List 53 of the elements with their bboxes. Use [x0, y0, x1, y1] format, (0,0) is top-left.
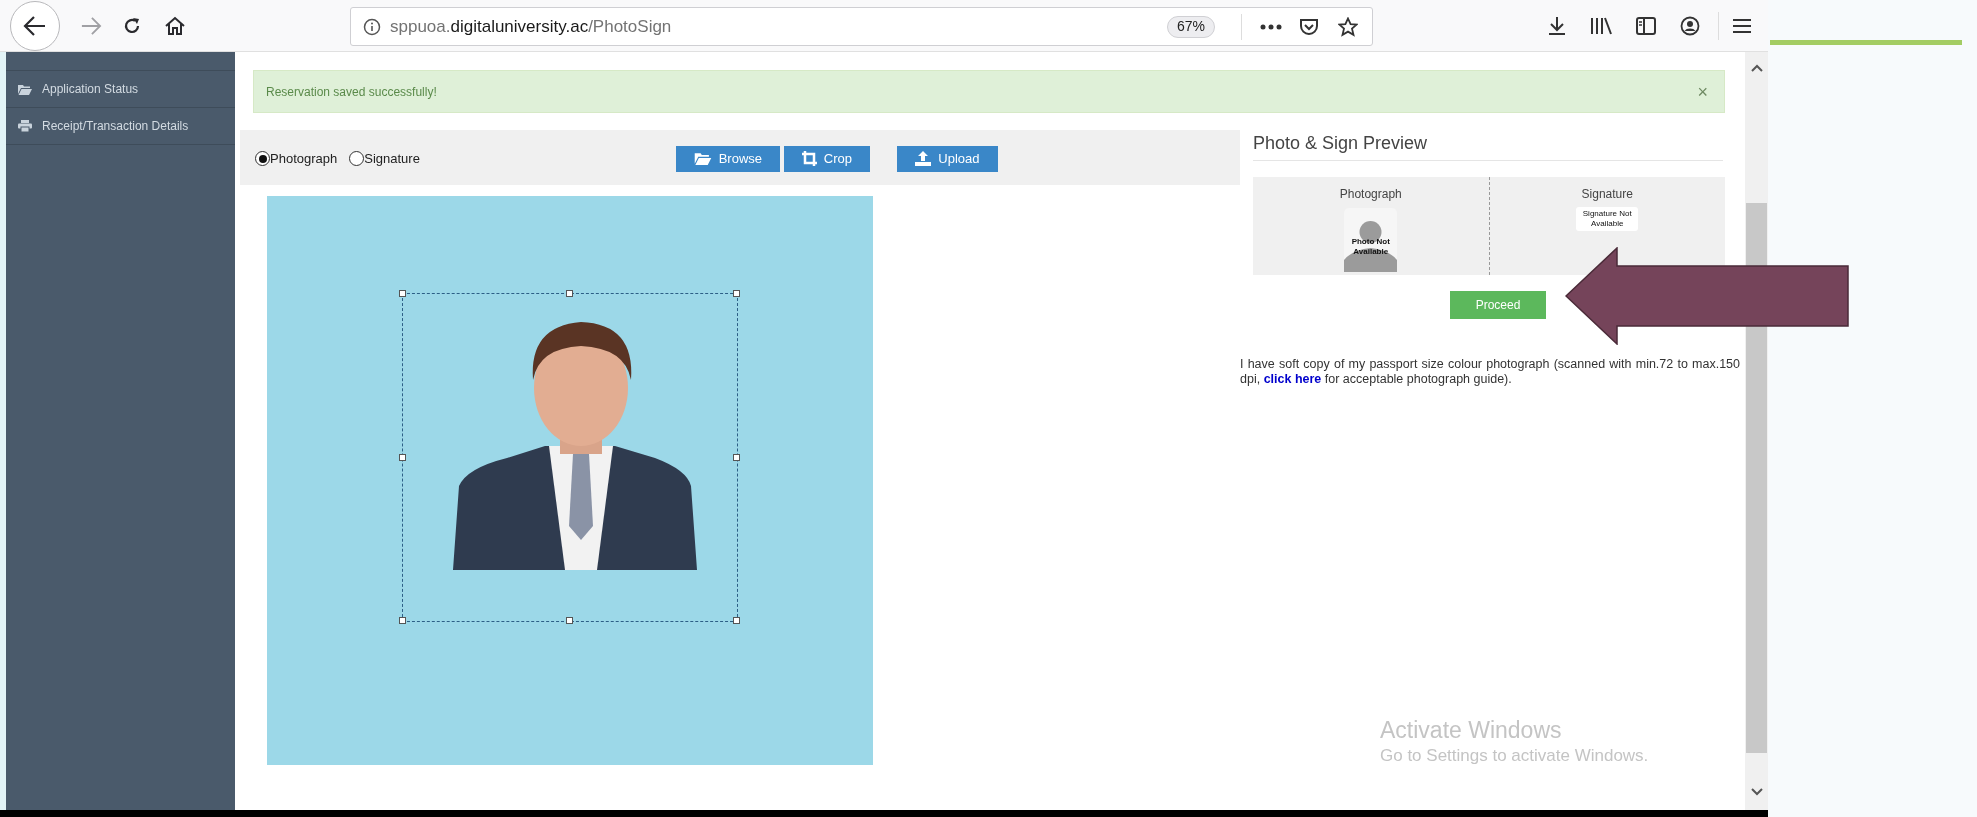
radio-option[interactable]: Photograph [255, 148, 338, 169]
scroll-down-icon[interactable] [1750, 788, 1763, 796]
back-arrow-icon[interactable] [23, 15, 47, 37]
folder-icon [693, 152, 712, 165]
toolbar-button[interactable]: Crop [783, 145, 870, 172]
crop-handle[interactable] [733, 290, 740, 297]
star-icon[interactable] [1338, 16, 1358, 37]
crop-handle[interactable] [733, 617, 740, 624]
silhouette-icon [1344, 208, 1398, 272]
library-icon[interactable] [1590, 17, 1612, 35]
placeholder-text: Signature Not Available [1576, 207, 1639, 231]
menu-icon[interactable] [1732, 18, 1752, 34]
back-button[interactable] [10, 1, 60, 51]
folder-icon [18, 83, 32, 95]
crop-handle[interactable] [399, 290, 406, 297]
crop-handle[interactable] [733, 453, 740, 461]
url-text: sppuoa.digitaluniversity.ac/PhotoSign [390, 15, 672, 38]
placeholder-text: Photo Not Available [1350, 237, 1391, 257]
more-icon[interactable] [1260, 23, 1282, 30]
printer-icon [18, 120, 32, 132]
download-icon[interactable] [1548, 16, 1566, 36]
alert-message: Reservation saved successfully! [266, 83, 438, 101]
radio-button[interactable] [349, 151, 365, 166]
sidebar-item[interactable]: Receipt/Transaction Details [6, 108, 235, 145]
crop-handle[interactable] [566, 290, 573, 297]
column-heading: Photograph [1339, 186, 1402, 203]
watermark-title: Activate Windows [1380, 716, 1563, 744]
crop-icon [801, 151, 817, 166]
pocket-icon[interactable] [1299, 17, 1319, 36]
zoom-badge[interactable]: 67% [1166, 15, 1215, 38]
crop-handle[interactable] [566, 617, 573, 624]
close-button[interactable]: × [1697, 82, 1708, 101]
crop-handle[interactable] [399, 453, 406, 461]
watermark-subtitle: Go to Settings to activate Windows. [1380, 745, 1649, 767]
guide-link[interactable]: click here [1263, 372, 1322, 386]
column-heading: Signature [1581, 186, 1633, 203]
sidebar-icon[interactable] [1636, 17, 1656, 35]
toolbar-button[interactable]: Browse [675, 145, 780, 172]
account-icon[interactable] [1680, 16, 1700, 36]
radio-option[interactable]: Signature [349, 148, 420, 169]
scrollbar[interactable] [1745, 52, 1768, 810]
panel-title: Photo & Sign Preview [1253, 130, 1723, 161]
crop-handle[interactable] [399, 617, 406, 624]
scroll-up-icon[interactable] [1750, 64, 1763, 72]
crop-frame[interactable] [402, 293, 738, 622]
address-bar[interactable]: sppuoa.digitaluniversity.ac/PhotoSign 67% [350, 7, 1373, 46]
info-icon[interactable] [363, 17, 381, 36]
upload-icon [915, 151, 932, 166]
note-paragraph: I have soft copy of my passport size colour photograph (scanned with min.72 to max.150 dpi, click here for acceptable photograph guide). [1240, 357, 1740, 387]
reload-icon[interactable] [122, 16, 142, 36]
home-icon[interactable] [164, 16, 186, 36]
toolbar-button[interactable]: Upload [896, 145, 998, 172]
radio-button[interactable] [255, 151, 270, 166]
